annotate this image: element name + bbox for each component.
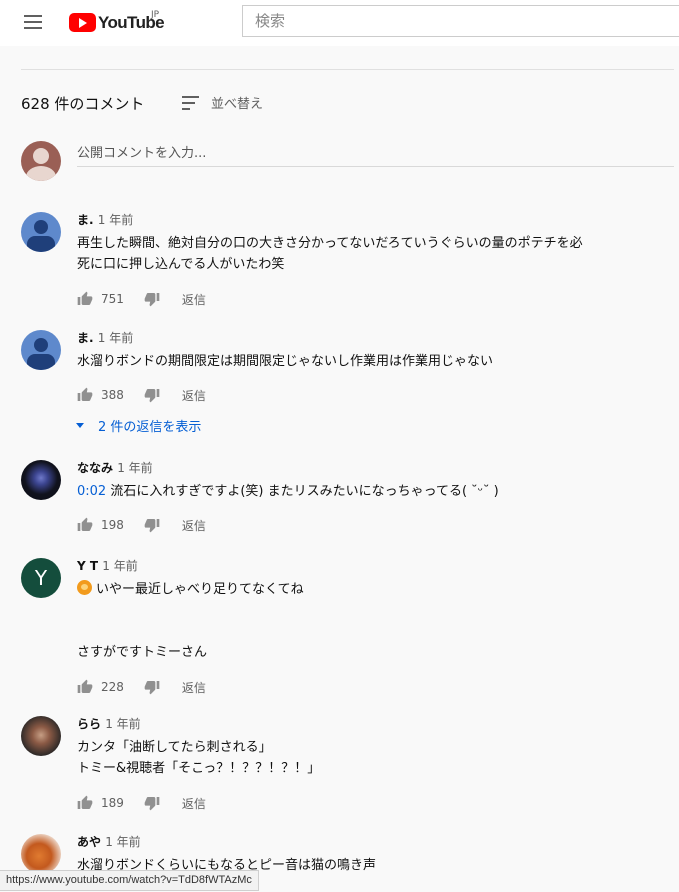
thumbs-up-icon[interactable] bbox=[77, 795, 93, 811]
logo-region: JP bbox=[151, 10, 160, 20]
thumbs-up-icon[interactable] bbox=[77, 679, 93, 695]
comment-actions: 189 返信 bbox=[77, 793, 657, 813]
comment-line: 再生した瞬間、絶対自分の口の大きさ分かってないだろていうぐらいの量のポテチを必 bbox=[77, 236, 583, 251]
browser-status-url: https://www.youtube.com/watch?v=TdD8fWTA… bbox=[0, 870, 259, 891]
comment-line: いやー最近しゃべり足りてなくてね bbox=[96, 582, 304, 597]
view-replies-button[interactable]: 2 件の返信を表示 bbox=[76, 416, 201, 435]
comment-actions: 198 返信 bbox=[77, 515, 657, 535]
comment-time[interactable]: 1 年前 bbox=[105, 717, 140, 731]
comment-time[interactable]: 1 年前 bbox=[117, 461, 152, 475]
comment-actions: 751 返信 bbox=[77, 289, 657, 309]
thumbs-down-icon[interactable] bbox=[144, 291, 160, 307]
avatar[interactable] bbox=[21, 834, 61, 874]
avatar[interactable] bbox=[21, 460, 61, 500]
divider bbox=[21, 69, 674, 70]
hamburger-menu-icon[interactable] bbox=[24, 15, 42, 29]
play-icon bbox=[69, 13, 96, 32]
thumbs-down-icon[interactable] bbox=[144, 679, 160, 695]
comment-text: いやー最近しゃべり足りてなくてね さすがですトミーさん bbox=[77, 579, 657, 663]
comment-author[interactable]: あや bbox=[77, 835, 101, 849]
new-comment-input[interactable] bbox=[77, 141, 674, 167]
search-input[interactable] bbox=[242, 5, 679, 37]
comment-line: カンタ「油断してたら刺される」 bbox=[77, 740, 272, 755]
sort-button[interactable]: 並べ替え bbox=[182, 93, 263, 112]
reply-button[interactable]: 返信 bbox=[182, 795, 206, 812]
top-bar: YouTube JP bbox=[0, 0, 679, 46]
like-count: 751 bbox=[101, 292, 124, 306]
thumbs-up-icon[interactable] bbox=[77, 291, 93, 307]
comment-line bbox=[77, 621, 657, 642]
comment-text: 水溜りボンドの期間限定は期間限定じゃないし作業用は作業用じゃない bbox=[77, 351, 657, 372]
reply-button[interactable]: 返信 bbox=[182, 387, 206, 404]
comment-author[interactable]: ま. bbox=[77, 331, 94, 345]
comment-text: 0:02 流石に入れすぎですよ(笑) またリスみたいになっちゃってる( ˘ᵕ˘ … bbox=[77, 481, 657, 502]
comment-text: 再生した瞬間、絶対自分の口の大きさ分かってないだろていうぐらいの量のポテチを必 … bbox=[77, 233, 657, 275]
avatar[interactable] bbox=[21, 330, 61, 370]
reply-button[interactable]: 返信 bbox=[182, 679, 206, 696]
comment-time[interactable]: 1 年前 bbox=[98, 331, 133, 345]
timestamp-link[interactable]: 0:02 bbox=[77, 484, 106, 499]
comment-author[interactable]: Y T bbox=[77, 559, 98, 573]
comment-line: 死に口に押し込んでる人がいたわ笑 bbox=[77, 257, 285, 272]
comment-line: 水溜りボンドの期間限定は期間限定じゃないし作業用は作業用じゃない bbox=[77, 354, 494, 369]
comment-author[interactable]: ま. bbox=[77, 213, 94, 227]
comment-author[interactable]: らら bbox=[77, 717, 101, 731]
comment-actions: 228 返信 bbox=[77, 677, 657, 697]
comment-author[interactable]: ななみ bbox=[77, 461, 113, 475]
comment-line: 流石に入れすぎですよ(笑) またリスみたいになっちゃってる( ˘ᵕ˘ ) bbox=[106, 484, 499, 499]
comment-time[interactable]: 1 年前 bbox=[105, 835, 140, 849]
reply-button[interactable]: 返信 bbox=[182, 517, 206, 534]
comment-time[interactable]: 1 年前 bbox=[98, 213, 133, 227]
like-count: 388 bbox=[101, 388, 124, 402]
like-count: 189 bbox=[101, 796, 124, 810]
lion-emoji-icon bbox=[77, 580, 92, 595]
thumbs-up-icon[interactable] bbox=[77, 387, 93, 403]
comment-text: カンタ「油断してたら刺される」 トミー&視聴者「そこっ？！？？！？！」 bbox=[77, 737, 657, 779]
comment-actions: 388 返信 bbox=[77, 385, 657, 405]
reply-button[interactable]: 返信 bbox=[182, 291, 206, 308]
thumbs-down-icon[interactable] bbox=[144, 795, 160, 811]
avatar[interactable] bbox=[21, 212, 61, 252]
current-user-avatar bbox=[21, 141, 61, 181]
thumbs-up-icon[interactable] bbox=[77, 517, 93, 533]
comment-line: さすがですトミーさん bbox=[77, 645, 208, 660]
thumbs-down-icon[interactable] bbox=[144, 517, 160, 533]
thumbs-down-icon[interactable] bbox=[144, 387, 160, 403]
sort-icon bbox=[182, 95, 199, 110]
avatar[interactable] bbox=[21, 716, 61, 756]
comment-count: 628 件のコメント bbox=[21, 95, 145, 113]
view-replies-label: 2 件の返信を表示 bbox=[98, 420, 202, 435]
sort-label: 並べ替え bbox=[211, 97, 264, 112]
comment-line: トミー&視聴者「そこっ？！？？！？！」 bbox=[77, 761, 321, 776]
avatar[interactable]: Y bbox=[21, 558, 61, 598]
like-count: 198 bbox=[101, 518, 124, 532]
comment-line bbox=[77, 600, 657, 621]
like-count: 228 bbox=[101, 680, 124, 694]
comment-time[interactable]: 1 年前 bbox=[102, 559, 137, 573]
chevron-down-icon bbox=[76, 423, 84, 428]
